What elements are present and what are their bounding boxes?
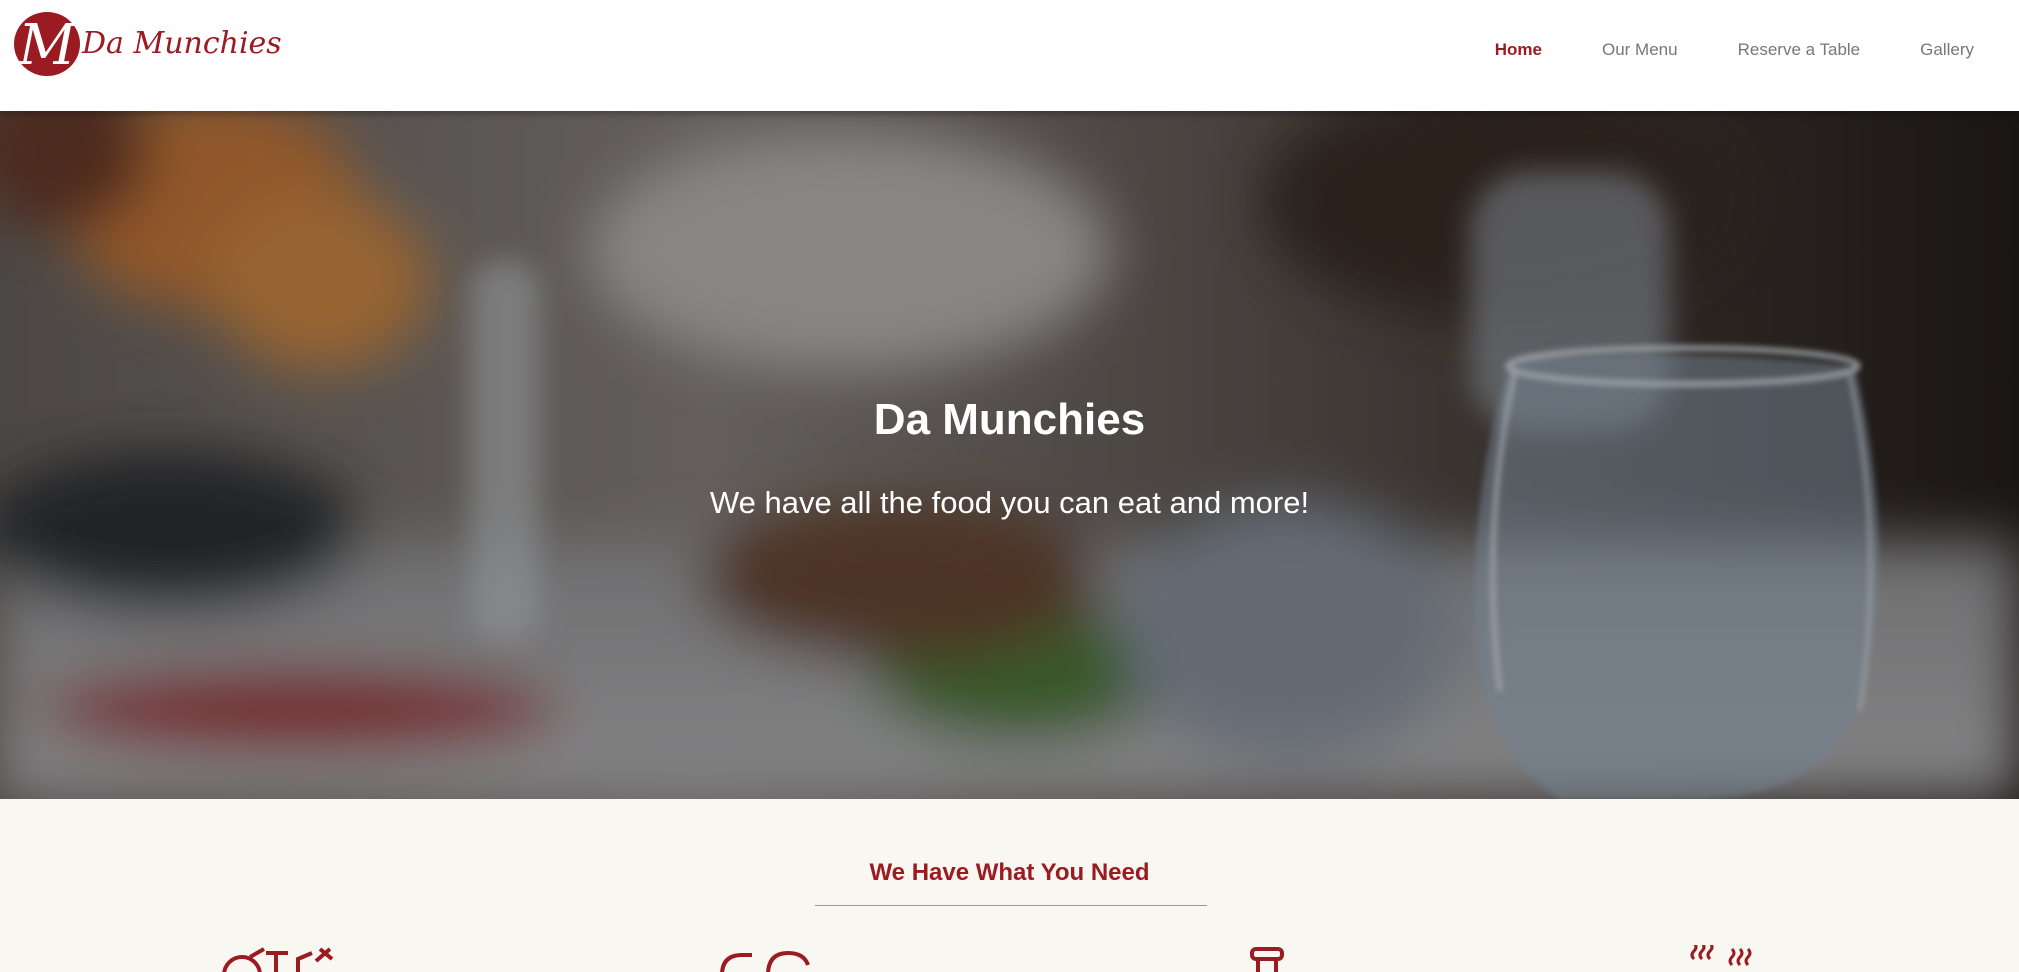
drink-icon	[1250, 947, 1284, 972]
serving-cloche-icon	[720, 950, 810, 972]
nav-gallery[interactable]: Gallery	[1920, 40, 1974, 60]
hot-dish-icon	[1690, 945, 1752, 967]
nav-our-menu[interactable]: Our Menu	[1602, 40, 1678, 60]
features-section: We Have What You Need	[0, 799, 2019, 972]
site-logo[interactable]: M Da Munchies	[14, 8, 282, 78]
hero-overlay	[0, 111, 2019, 799]
site-header: M Da Munchies Home Our Menu Reserve a Ta…	[0, 0, 2019, 111]
main-nav: Home Our Menu Reserve a Table Gallery	[1435, 40, 1974, 60]
svg-text:M: M	[17, 13, 77, 78]
nav-reserve-table[interactable]: Reserve a Table	[1738, 40, 1861, 60]
produce-icon	[222, 947, 334, 972]
hero-section: Da Munchies We have all the food you can…	[0, 111, 2019, 799]
logo-text: Da Munchies	[82, 26, 282, 61]
features-title: We Have What You Need	[869, 859, 1150, 886]
hero-subtitle: We have all the food you can eat and mor…	[709, 485, 1310, 520]
hero-title: Da Munchies	[873, 395, 1146, 444]
features-divider	[815, 905, 1207, 906]
logo-mark-icon: M	[14, 12, 80, 78]
nav-home[interactable]: Home	[1495, 40, 1542, 60]
